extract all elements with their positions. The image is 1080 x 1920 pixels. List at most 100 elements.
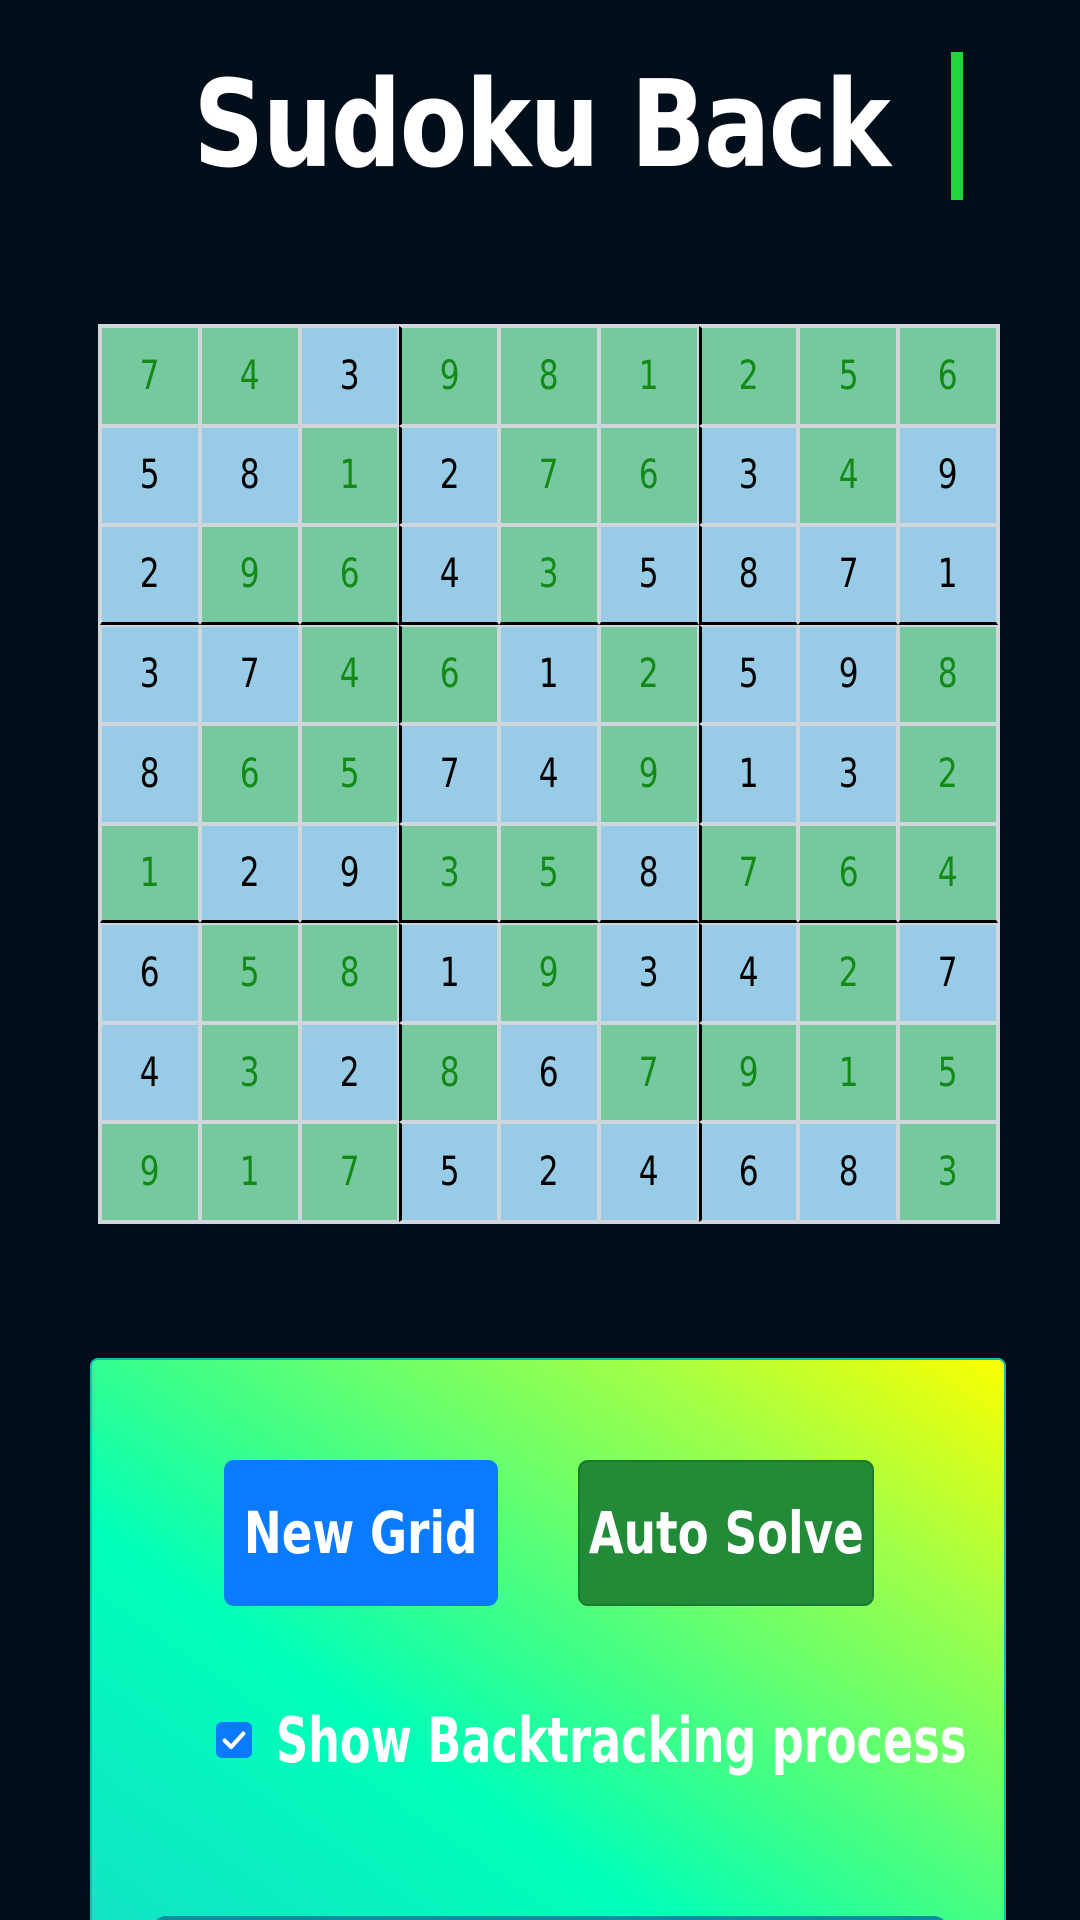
cell-digit: 3: [439, 850, 460, 897]
sudoku-cell[interactable]: 4: [299, 624, 400, 725]
sudoku-cell[interactable]: 9: [698, 1022, 799, 1123]
sudoku-cell[interactable]: 4: [199, 326, 300, 426]
sudoku-cell[interactable]: 7: [199, 624, 300, 725]
sudoku-cell[interactable]: 6: [798, 823, 899, 924]
cell-digit: 6: [239, 750, 260, 797]
sudoku-cell[interactable]: 1: [399, 923, 500, 1023]
sudoku-cell[interactable]: 7: [100, 326, 200, 426]
sudoku-cell[interactable]: 2: [798, 923, 899, 1023]
sudoku-cell[interactable]: 8: [299, 923, 400, 1023]
sudoku-cell[interactable]: 9: [898, 425, 998, 526]
sudoku-cell[interactable]: 3: [199, 1022, 300, 1123]
sudoku-cell[interactable]: 5: [898, 1022, 998, 1123]
sudoku-cell[interactable]: 6: [399, 624, 500, 725]
cell-digit: 8: [239, 452, 260, 499]
new-grid-label: New Grid: [244, 1499, 478, 1567]
sudoku-cell[interactable]: 9: [399, 326, 500, 426]
sudoku-cell[interactable]: 5: [798, 326, 899, 426]
sudoku-cell[interactable]: 1: [199, 1122, 300, 1222]
sudoku-cell[interactable]: 3: [499, 525, 599, 625]
sudoku-cell[interactable]: 6: [199, 724, 300, 824]
sudoku-cell[interactable]: 7: [399, 724, 500, 824]
sudoku-cell[interactable]: 3: [598, 923, 699, 1023]
cell-digit: 1: [739, 750, 759, 797]
sudoku-cell[interactable]: 2: [598, 624, 699, 725]
sudoku-cell[interactable]: 8: [499, 326, 599, 426]
sudoku-cell[interactable]: 2: [199, 823, 300, 924]
sudoku-cell[interactable]: 9: [199, 525, 300, 625]
sudoku-cell[interactable]: 5: [499, 823, 599, 924]
sudoku-cell[interactable]: 4: [100, 1022, 200, 1123]
sudoku-cell[interactable]: 2: [698, 326, 799, 426]
cell-digit: 2: [739, 352, 759, 399]
sudoku-cell[interactable]: 7: [898, 923, 998, 1023]
sudoku-cell[interactable]: 6: [299, 525, 400, 625]
sudoku-cell[interactable]: 3: [798, 724, 899, 824]
sudoku-cell[interactable]: 5: [299, 724, 400, 824]
sudoku-cell[interactable]: 3: [399, 823, 500, 924]
sudoku-cell[interactable]: 3: [100, 624, 200, 725]
cell-digit: 2: [938, 750, 959, 797]
auto-solve-button[interactable]: Auto Solve: [578, 1460, 874, 1606]
cell-digit: 9: [439, 352, 460, 399]
sudoku-cell[interactable]: 7: [698, 823, 799, 924]
sudoku-cell[interactable]: 1: [898, 525, 998, 625]
sudoku-cell[interactable]: 1: [100, 823, 200, 924]
sudoku-cell[interactable]: 3: [698, 425, 799, 526]
sudoku-cell[interactable]: 1: [598, 326, 699, 426]
sudoku-cell[interactable]: 4: [598, 1122, 699, 1222]
sudoku-cell[interactable]: 5: [598, 525, 699, 625]
sudoku-cell[interactable]: 5: [399, 1122, 500, 1222]
sudoku-cell[interactable]: 5: [199, 923, 300, 1023]
sudoku-cell[interactable]: 1: [299, 425, 400, 526]
sudoku-cell[interactable]: 6: [598, 425, 699, 526]
sudoku-cell[interactable]: 8: [698, 525, 799, 625]
sudoku-cell[interactable]: 4: [798, 425, 899, 526]
sudoku-cell[interactable]: 4: [898, 823, 998, 924]
sudoku-cell[interactable]: 9: [100, 1122, 200, 1222]
sudoku-cell[interactable]: 3: [299, 326, 400, 426]
cell-digit: 5: [739, 651, 759, 698]
cell-digit: 3: [838, 750, 859, 797]
new-grid-button[interactable]: New Grid: [224, 1460, 498, 1606]
sudoku-cell[interactable]: 8: [598, 823, 699, 924]
sudoku-cell[interactable]: 4: [399, 525, 500, 625]
sudoku-cell[interactable]: 4: [698, 923, 799, 1023]
sudoku-cell[interactable]: 3: [898, 1122, 998, 1222]
cell-digit: 6: [638, 452, 659, 499]
sudoku-cell[interactable]: 1: [499, 624, 599, 725]
sudoku-cell[interactable]: 5: [100, 425, 200, 526]
sudoku-cell[interactable]: 4: [499, 724, 599, 824]
sudoku-cell[interactable]: 7: [798, 525, 899, 625]
sudoku-cell[interactable]: 2: [399, 425, 500, 526]
sudoku-cell[interactable]: 1: [698, 724, 799, 824]
sudoku-cell[interactable]: 7: [499, 425, 599, 526]
sudoku-cell[interactable]: 7: [598, 1022, 699, 1123]
sudoku-cell[interactable]: 5: [698, 624, 799, 725]
show-backtracking-toggle[interactable]: Show Backtracking process: [216, 1700, 1004, 1780]
sudoku-cell[interactable]: 9: [598, 724, 699, 824]
cell-digit: 5: [638, 551, 659, 598]
sudoku-cell[interactable]: 9: [299, 823, 400, 924]
sudoku-cell[interactable]: 8: [798, 1122, 899, 1222]
sudoku-cell[interactable]: 2: [299, 1022, 400, 1123]
sudoku-cell[interactable]: 6: [698, 1122, 799, 1222]
sudoku-cell[interactable]: 8: [399, 1022, 500, 1123]
sudoku-cell[interactable]: 7: [299, 1122, 400, 1222]
sudoku-cell[interactable]: 9: [499, 923, 599, 1023]
sudoku-cell[interactable]: 6: [499, 1022, 599, 1123]
sudoku-cell[interactable]: 9: [798, 624, 899, 725]
sudoku-cell[interactable]: 8: [100, 724, 200, 824]
sudoku-cell[interactable]: 2: [100, 525, 200, 625]
sudoku-cell[interactable]: 2: [898, 724, 998, 824]
sudoku-cell[interactable]: 8: [199, 425, 300, 526]
sudoku-cell[interactable]: 6: [898, 326, 998, 426]
sudoku-cell[interactable]: 2: [499, 1122, 599, 1222]
sudoku-cell[interactable]: 1: [798, 1022, 899, 1123]
sudoku-cell[interactable]: 8: [898, 624, 998, 725]
show-backtracking-checkbox[interactable]: [216, 1722, 252, 1758]
sudoku-cell[interactable]: 6: [100, 923, 200, 1023]
cell-digit: 7: [638, 1049, 659, 1096]
cell-digit: 4: [638, 1149, 659, 1196]
cell-digit: 1: [139, 850, 160, 897]
